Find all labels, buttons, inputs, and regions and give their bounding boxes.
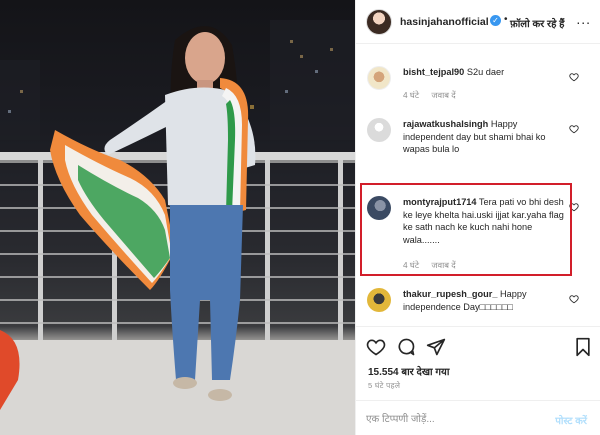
comment-meta: 4 घंटे जवाब दें [403, 90, 466, 101]
author-username[interactable]: hasinjahanofficial [400, 16, 489, 28]
add-comment-input[interactable] [366, 411, 526, 427]
posted-time[interactable]: 5 घंटे पहले [368, 381, 400, 391]
post-header: hasinjahanofficial ✓ • फ़ॉलो कर रहे हैं … [356, 0, 600, 44]
add-comment-bar: पोस्ट करें [356, 400, 600, 435]
post-panel: hasinjahanofficial ✓ • फ़ॉलो कर रहे हैं … [355, 0, 600, 435]
comment-time: 4 घंटे [403, 90, 420, 100]
video-frame [0, 20, 355, 435]
like-heart-icon[interactable] [366, 337, 386, 357]
comment-text: S2u daer [466, 67, 505, 77]
action-bar [356, 326, 600, 364]
post-comment-button[interactable]: पोस्ट करें [555, 413, 587, 427]
like-comment-heart-icon[interactable] [569, 294, 579, 304]
comment-body: bisht_tejpal90 S2u daer [403, 66, 567, 79]
like-comment-heart-icon[interactable] [569, 124, 579, 134]
share-paper-plane-icon[interactable] [426, 337, 446, 357]
comment-username[interactable]: thakur_rupesh_gour_ [403, 289, 497, 299]
comment-meta: 4 घंटे जवाब दें [403, 260, 466, 271]
comment-username[interactable]: bisht_tejpal90 [403, 67, 464, 77]
header-separator: • [504, 14, 508, 25]
comment-username[interactable]: montyrajput1714 [403, 197, 477, 207]
comment-list[interactable]: bisht_tejpal90 S2u daer 4 घंटे जवाब दें … [356, 44, 600, 326]
comment-body: rajawatkushalsingh Happy independent day… [403, 118, 567, 156]
comment-body: thakur_rupesh_gour_ Happy independence D… [403, 288, 567, 313]
comment-avatar[interactable] [367, 196, 391, 220]
comment-bubble-icon[interactable] [396, 337, 416, 357]
reply-button[interactable]: जवाब दें [431, 90, 455, 100]
comment-avatar[interactable] [367, 288, 391, 312]
reply-button[interactable]: जवाब दें [431, 260, 455, 270]
view-count[interactable]: 15.554 बार देखा गया [368, 364, 449, 378]
like-comment-heart-icon[interactable] [569, 202, 579, 212]
comment-username[interactable]: rajawatkushalsingh [403, 119, 488, 129]
verified-badge-icon: ✓ [490, 15, 501, 26]
like-comment-heart-icon[interactable] [569, 72, 579, 82]
more-options-icon[interactable]: ... [576, 11, 591, 27]
post-video[interactable] [0, 0, 355, 435]
following-button[interactable]: फ़ॉलो कर रहे हैं [510, 16, 565, 30]
comment-avatar[interactable] [367, 66, 391, 90]
comment-body: montyrajput1714 Tera pati vo bhi desh ke… [403, 196, 567, 246]
save-bookmark-icon[interactable] [573, 337, 593, 357]
comment-avatar[interactable] [367, 118, 391, 142]
author-avatar[interactable] [366, 9, 392, 35]
comment-time: 4 घंटे [403, 260, 420, 270]
